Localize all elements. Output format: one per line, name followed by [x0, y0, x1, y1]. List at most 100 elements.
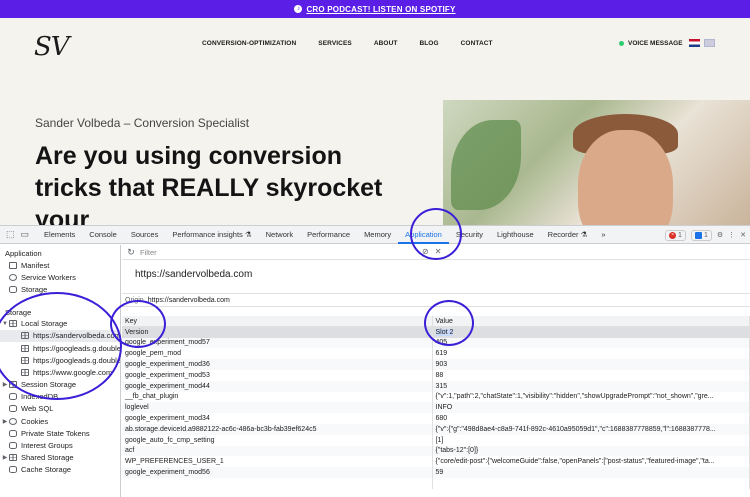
cell-key[interactable]: google_experiment_mod34: [122, 413, 433, 424]
collapsed-arrow-icon[interactable]: ▶: [1, 418, 9, 425]
issues-badge[interactable]: 1: [690, 229, 712, 241]
tab-sources[interactable]: Sources: [124, 226, 166, 244]
voice-message-link[interactable]: VOICE MESSAGE: [619, 40, 683, 47]
tab-performance-insights[interactable]: Performance insights ⚗: [165, 226, 258, 244]
column-header-key[interactable]: Key: [122, 316, 433, 328]
tab-elements[interactable]: Elements: [37, 226, 82, 244]
sidebar-item-storage[interactable]: Storage: [0, 283, 120, 295]
cell-value[interactable]: {"tabs-12":[0]}: [432, 445, 750, 457]
cell-value-selected-text[interactable]: Slot 2: [435, 328, 454, 336]
delete-selected-icon[interactable]: ✕: [435, 247, 442, 256]
table-row[interactable]: __fb_chat_plugin {"v":1,"path":2,"chatSta…: [122, 391, 750, 403]
cell-value[interactable]: 59: [432, 467, 750, 478]
tab-security[interactable]: Security: [449, 226, 490, 244]
table-row[interactable]: google_experiment_mod53 88: [122, 369, 750, 381]
table-row[interactable]: ab.storage.deviceId.a9882122-ac6c-486a-b…: [122, 423, 750, 435]
cell-key[interactable]: google_experiment_mod57: [122, 337, 433, 349]
table-row[interactable]: loglevel INFO: [122, 402, 750, 414]
sidebar-item-service-workers[interactable]: Service Workers: [0, 271, 120, 283]
sidebar-item-origin-googleads-2[interactable]: https://googleads.g.doubleclick.net: [0, 354, 120, 366]
cell-value[interactable]: 903: [432, 359, 750, 370]
tab-recorder[interactable]: Recorder ⚗: [541, 226, 595, 244]
cell-value[interactable]: {"v":{"g":"498d8ae4-c8a9-741f-892c-4610a…: [432, 423, 750, 435]
sidebar-item-interest-groups[interactable]: Interest Groups: [0, 439, 120, 451]
more-tabs-button[interactable]: »: [594, 226, 612, 244]
cell-value[interactable]: Slot 2: [432, 326, 750, 338]
nav-conversion-optimization[interactable]: CONVERSION-OPTIMIZATION: [202, 40, 296, 47]
expanded-arrow-icon[interactable]: ▼: [1, 321, 9, 327]
sidebar-item-session-storage[interactable]: ▶ Session Storage: [0, 379, 120, 391]
tab-performance[interactable]: Performance: [300, 226, 357, 244]
cell-value[interactable]: 680: [432, 413, 750, 424]
settings-gear-icon[interactable]: ⚙: [717, 231, 723, 239]
sidebar-item-cache-storage[interactable]: Cache Storage: [0, 464, 120, 476]
nav-services[interactable]: SERVICES: [318, 40, 352, 47]
table-row[interactable]: google_experiment_mod56 59: [122, 467, 750, 478]
sidebar-item-web-sql[interactable]: Web SQL: [0, 403, 120, 415]
nav-contact[interactable]: CONTACT: [461, 40, 493, 47]
table-row[interactable]: [122, 477, 750, 489]
table-row[interactable]: google_auto_fc_cmp_setting [1]: [122, 434, 750, 446]
dutch-flag-icon[interactable]: [689, 39, 700, 47]
sidebar-item-origin-googleads-1[interactable]: https://googleads.g.doubleclick.net: [0, 342, 120, 354]
cell-key[interactable]: __fb_chat_plugin: [122, 391, 433, 403]
table-row[interactable]: WP_PREFERENCES_USER_1 {"core/edit-post":{…: [122, 456, 750, 468]
uk-flag-icon[interactable]: [704, 39, 715, 47]
table-row[interactable]: Version Slot 2: [122, 326, 750, 338]
column-header-value[interactable]: Value: [432, 316, 750, 328]
promo-bar[interactable]: ♪ CRO PODCAST! LISTEN ON SPOTIFY: [0, 0, 750, 18]
cell-key[interactable]: google_experiment_mod44: [122, 380, 433, 392]
sidebar-item-origin-sandervolbeda[interactable]: https://sandervolbeda.com: [0, 329, 120, 342]
sidebar-item-manifest[interactable]: Manifest: [0, 259, 120, 271]
sidebar-item-origin-google[interactable]: https://www.google.com: [0, 366, 120, 378]
nav-blog[interactable]: BLOG: [419, 40, 438, 47]
cell-value[interactable]: INFO: [432, 402, 750, 414]
table-row[interactable]: acf {"tabs-12":[0]}: [122, 445, 750, 457]
table-row[interactable]: google_pem_mod 619: [122, 348, 750, 360]
cell-value[interactable]: 315: [432, 380, 750, 392]
tab-console[interactable]: Console: [82, 226, 124, 244]
inspect-element-icon[interactable]: ⬚: [6, 229, 15, 240]
sidebar-item-indexeddb[interactable]: IndexedDB: [0, 391, 120, 403]
refresh-icon[interactable]: ↻: [122, 247, 140, 258]
collapsed-arrow-icon[interactable]: ▶: [1, 381, 9, 388]
cell-key[interactable]: acf: [122, 445, 433, 457]
more-options-icon[interactable]: ⋮: [728, 231, 735, 239]
table-row[interactable]: google_experiment_mod34 680: [122, 413, 750, 424]
cell-key[interactable]: [122, 477, 433, 489]
cell-key[interactable]: loglevel: [122, 402, 433, 414]
sidebar-item-cookies[interactable]: ▶ Cookies: [0, 415, 120, 427]
tab-application[interactable]: Application: [398, 226, 449, 244]
cell-value[interactable]: [432, 477, 750, 489]
device-toolbar-icon[interactable]: ▭: [21, 229, 30, 240]
error-badge[interactable]: × 1: [665, 229, 686, 241]
cell-key[interactable]: google_pem_mod: [122, 348, 433, 360]
cell-key[interactable]: WP_PREFERENCES_USER_1: [122, 456, 433, 468]
cell-key[interactable]: google_experiment_mod53: [122, 369, 433, 381]
sidebar-item-local-storage[interactable]: ▼ Local Storage: [0, 318, 120, 330]
cell-value[interactable]: {"core/edit-post":{"welcomeGuide":false,…: [432, 456, 750, 468]
cell-key[interactable]: ab.storage.deviceId.a9882122-ac6c-486a-b…: [122, 423, 433, 435]
cell-value[interactable]: [1]: [432, 434, 750, 446]
tab-memory[interactable]: Memory: [357, 226, 398, 244]
collapsed-arrow-icon[interactable]: ▶: [1, 454, 9, 461]
filter-input[interactable]: Filter: [140, 248, 157, 257]
nav-about[interactable]: ABOUT: [374, 40, 398, 47]
table-row[interactable]: google_experiment_mod36 903: [122, 359, 750, 370]
cell-key[interactable]: google_experiment_mod56: [122, 467, 433, 478]
cell-key[interactable]: Version: [122, 326, 433, 338]
sidebar-item-shared-storage[interactable]: ▶ Shared Storage: [0, 452, 120, 464]
cell-value[interactable]: 88: [432, 369, 750, 381]
promo-link[interactable]: CRO PODCAST! LISTEN ON SPOTIFY: [306, 5, 455, 14]
site-logo[interactable]: SV: [34, 32, 70, 62]
tab-network[interactable]: Network: [259, 226, 301, 244]
cell-value[interactable]: 405: [432, 337, 750, 349]
cell-value[interactable]: 619: [432, 348, 750, 360]
sidebar-item-private-state-tokens[interactable]: Private State Tokens: [0, 427, 120, 439]
clear-all-icon[interactable]: ⊘: [422, 247, 429, 256]
cell-key[interactable]: google_experiment_mod36: [122, 359, 433, 370]
close-devtools-icon[interactable]: ✕: [740, 231, 746, 239]
cell-key[interactable]: google_auto_fc_cmp_setting: [122, 434, 433, 446]
table-row[interactable]: google_experiment_mod57 405: [122, 337, 750, 349]
cell-value[interactable]: {"v":1,"path":2,"chatState":1,"visibilit…: [432, 391, 750, 403]
